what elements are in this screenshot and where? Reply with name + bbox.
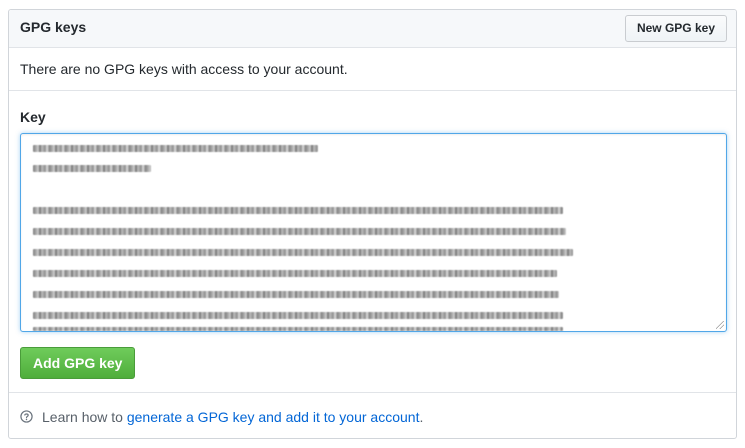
- help-text-suffix: .: [419, 409, 424, 425]
- empty-state-message: There are no GPG keys with access to you…: [20, 61, 348, 77]
- add-key-form: Key Add GPG key: [9, 91, 736, 393]
- add-gpg-key-button[interactable]: Add GPG key: [20, 347, 136, 379]
- redacted-key-line: [33, 312, 563, 319]
- help-footer: Learn how to generate a GPG key and add …: [9, 393, 736, 439]
- panel-title: GPG keys: [20, 19, 87, 35]
- panel-header: GPG keys New GPG key: [9, 10, 736, 48]
- redacted-key-line: [33, 327, 563, 331]
- redacted-key-line: [33, 270, 557, 277]
- help-text: Learn how to generate a GPG key and add …: [42, 409, 423, 425]
- new-gpg-key-button[interactable]: New GPG key: [624, 15, 727, 42]
- redacted-key-line: [33, 228, 566, 235]
- key-textarea[interactable]: [20, 133, 727, 332]
- redacted-key-line: [33, 207, 563, 214]
- help-text-prefix: Learn how to: [42, 409, 127, 425]
- empty-state: There are no GPG keys with access to you…: [9, 48, 736, 91]
- redacted-key-line: [33, 291, 559, 298]
- redacted-key-line: [33, 145, 318, 152]
- redacted-key-line: [33, 249, 573, 256]
- generate-gpg-key-link[interactable]: generate a GPG key and add it to your ac…: [127, 409, 420, 425]
- redacted-key-line: [33, 165, 151, 172]
- resize-grip-icon[interactable]: [716, 321, 724, 329]
- gpg-keys-panel: GPG keys New GPG key There are no GPG ke…: [8, 9, 737, 439]
- question-circle-icon: [20, 410, 33, 423]
- key-label: Key: [20, 109, 46, 125]
